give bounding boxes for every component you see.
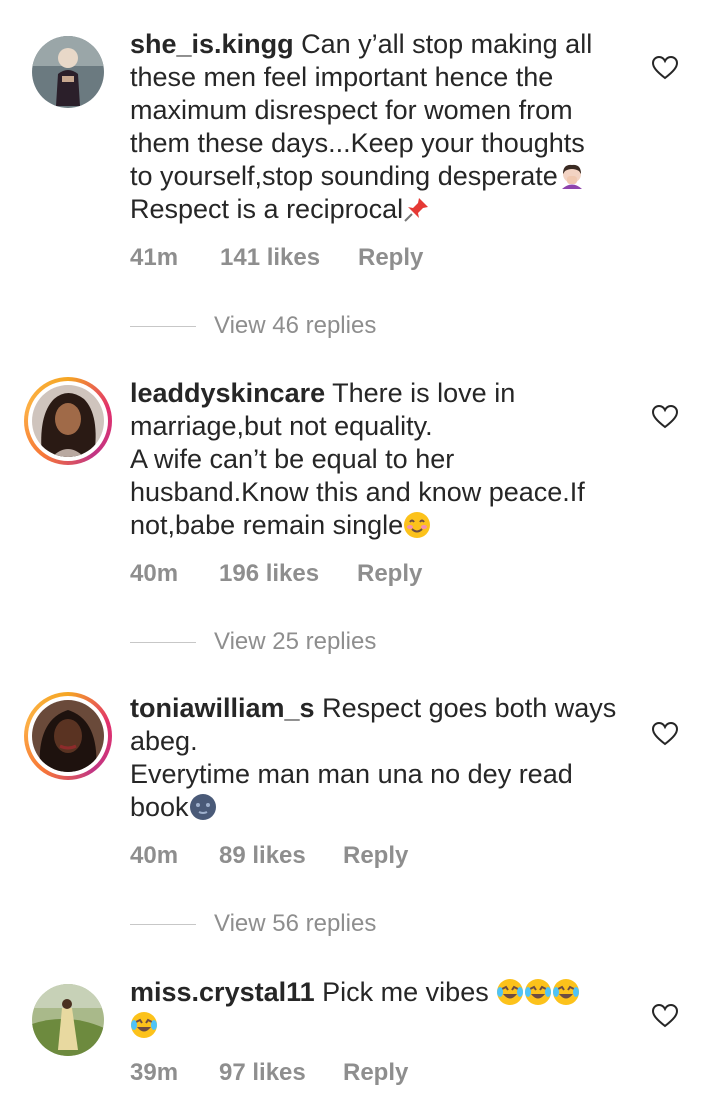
comment-username[interactable]: she_is.kingg <box>130 29 294 59</box>
comment-username[interactable]: leaddyskincare <box>130 378 325 408</box>
avatar[interactable] <box>24 692 112 780</box>
tears-of-joy-emoji <box>497 979 524 1005</box>
comment-time: 39m <box>130 1059 179 1086</box>
comment-time: 40m <box>130 560 179 587</box>
reply-button[interactable]: Reply <box>343 842 408 870</box>
reply-button[interactable]: Reply <box>343 1059 408 1087</box>
comment-likes[interactable]: 89 likes <box>219 842 343 870</box>
smiling-face-emoji <box>404 512 431 538</box>
reply-button[interactable]: Reply <box>357 560 422 588</box>
comment-meta: 40m 89 likes Reply <box>130 842 408 870</box>
comment-text: toniawilliam_s Respect goes both ways ab… <box>130 693 617 822</box>
heart-outline-icon[interactable] <box>652 722 678 746</box>
avatar[interactable] <box>24 377 112 465</box>
replies-divider <box>130 325 196 327</box>
tears-of-joy-emoji <box>131 1012 157 1038</box>
view-replies-button[interactable]: View 46 replies <box>130 312 376 340</box>
comment-likes[interactable]: 141 likes <box>220 244 358 272</box>
woman-facepalming-emoji <box>561 164 582 189</box>
comment-time: 41m <box>130 244 179 271</box>
replies-divider <box>130 923 196 925</box>
comment-text: she_is.kingg Can y’all stop making all t… <box>130 29 593 224</box>
comment-likes[interactable]: 196 likes <box>219 560 357 588</box>
replies-divider <box>130 641 196 643</box>
comment-likes[interactable]: 97 likes <box>219 1059 343 1087</box>
heart-outline-icon[interactable] <box>652 56 678 80</box>
comment-meta: 41m 141 likes Reply <box>130 244 423 272</box>
comment-username[interactable]: miss.crystal11 <box>130 977 315 1007</box>
avatar[interactable] <box>32 984 104 1056</box>
comment-username[interactable]: toniawilliam_s <box>130 693 315 723</box>
comment-meta: 39m 97 likes Reply <box>130 1059 408 1087</box>
heart-outline-icon[interactable] <box>652 1004 678 1028</box>
reply-button[interactable]: Reply <box>358 244 423 272</box>
view-replies-button[interactable]: View 25 replies <box>130 628 376 656</box>
view-replies-button[interactable]: View 56 replies <box>130 910 376 938</box>
tears-of-joy-emoji <box>525 979 552 1005</box>
heart-outline-icon[interactable] <box>652 405 678 429</box>
new-moon-face-emoji <box>189 794 216 820</box>
comment-meta: 40m 196 likes Reply <box>130 560 422 588</box>
comment-text: leaddyskincare There is love in marriage… <box>130 378 585 540</box>
comment-time: 40m <box>130 842 179 869</box>
avatar[interactable] <box>32 36 104 108</box>
pushpin-emoji <box>404 198 429 222</box>
comment-text: miss.crystal11 Pick me vibes <box>130 976 630 1042</box>
tears-of-joy-emoji <box>553 979 580 1005</box>
